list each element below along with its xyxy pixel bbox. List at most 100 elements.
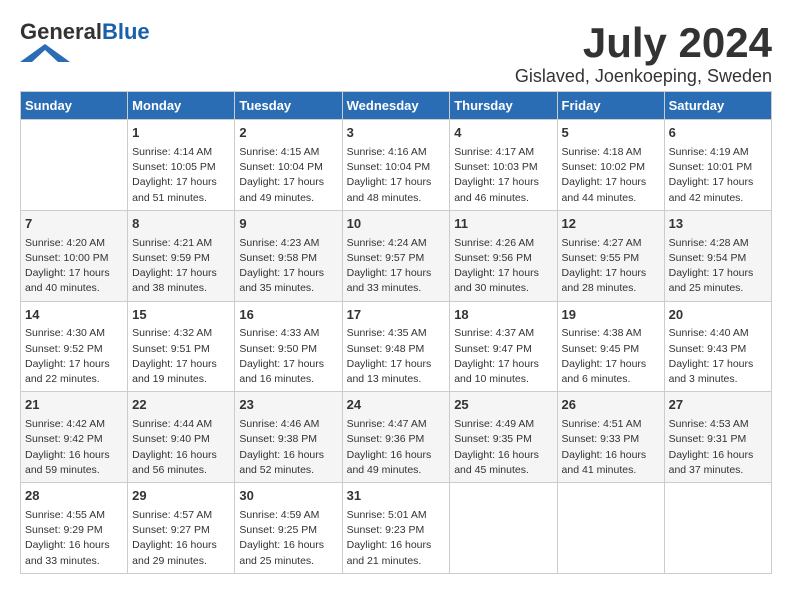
calendar-cell — [450, 483, 557, 574]
calendar-cell: 31Sunrise: 5:01 AMSunset: 9:23 PMDayligh… — [342, 483, 450, 574]
calendar-cell: 26Sunrise: 4:51 AMSunset: 9:33 PMDayligh… — [557, 392, 664, 483]
sunset-text: Sunset: 9:56 PM — [454, 252, 532, 264]
calendar-cell: 11 Sunrise: 4:26 AM Sunset: 9:56 PM Dayligh… — [450, 210, 557, 301]
daylight-text: Daylight: 17 hours and 30 minutes. — [454, 267, 539, 294]
calendar-cell: 12Sunrise: 4:27 AMSunset: 9:55 PMDayligh… — [557, 210, 664, 301]
daylight-text: Daylight: 17 hours and 16 minutes. — [239, 358, 324, 385]
sunset-text: Sunset: 9:43 PM — [669, 343, 747, 355]
daylight-text: Daylight: 17 hours and 33 minutes. — [347, 267, 432, 294]
daylight-text: Daylight: 17 hours and 44 minutes. — [562, 176, 647, 203]
calendar-cell: 4Sunrise: 4:17 AMSunset: 10:03 PMDayligh… — [450, 120, 557, 211]
logo: GeneralBlue — [20, 20, 150, 67]
daylight-text: Daylight: 17 hours and 13 minutes. — [347, 358, 432, 385]
page-header: GeneralBlue July 2024 Gislaved, Joenkoep… — [20, 20, 772, 87]
daylight-text: Daylight: 16 hours and 59 minutes. — [25, 449, 110, 476]
sunrise-text: Sunrise: 4:20 AM — [25, 237, 105, 249]
sunset-text: Sunset: 10:01 PM — [669, 161, 752, 173]
sunrise-text: Sunrise: 4:47 AM — [347, 418, 427, 430]
calendar-cell — [557, 483, 664, 574]
sunrise-text: Sunrise: 4:30 AM — [25, 327, 105, 339]
day-number: 21 — [25, 396, 123, 415]
sunset-text: Sunset: 9:27 PM — [132, 524, 210, 536]
sunrise-text: Sunrise: 4:59 AM — [239, 509, 319, 521]
sunrise-text: Sunrise: 4:28 AM — [669, 237, 749, 249]
sunrise-text: Sunrise: 4:51 AM — [562, 418, 642, 430]
calendar-cell: 7Sunrise: 4:20 AMSunset: 10:00 PMDayligh… — [21, 210, 128, 301]
day-number: 30 — [239, 487, 337, 506]
sunset-text: Sunset: 9:59 PM — [132, 252, 210, 264]
day-number: 29 — [132, 487, 230, 506]
sunrise-text: Sunrise: 4:32 AM — [132, 327, 212, 339]
daylight-text: Daylight: 17 hours and 38 minutes. — [132, 267, 217, 294]
calendar-cell: 5Sunrise: 4:18 AMSunset: 10:02 PMDayligh… — [557, 120, 664, 211]
sunrise-text: Sunrise: 4:27 AM — [562, 237, 642, 249]
calendar-week-row: 1Sunrise: 4:14 AMSunset: 10:05 PMDayligh… — [21, 120, 772, 211]
day-number: 9 — [239, 215, 337, 234]
day-header-wednesday: Wednesday — [342, 92, 450, 120]
day-number: 7 — [25, 215, 123, 234]
calendar-cell: 15Sunrise: 4:32 AMSunset: 9:51 PMDayligh… — [128, 301, 235, 392]
day-header-saturday: Saturday — [664, 92, 771, 120]
day-number: 18 — [454, 306, 552, 325]
sunrise-text: Sunrise: 4:38 AM — [562, 327, 642, 339]
daylight-text: Daylight: 17 hours and 6 minutes. — [562, 358, 647, 385]
calendar-table: SundayMondayTuesdayWednesdayThursdayFrid… — [20, 91, 772, 574]
sunset-text: Sunset: 10:03 PM — [454, 161, 537, 173]
day-number: 3 — [347, 124, 446, 143]
calendar-cell: 22Sunrise: 4:44 AMSunset: 9:40 PMDayligh… — [128, 392, 235, 483]
day-number: 6 — [669, 124, 767, 143]
day-number: 12 — [562, 215, 660, 234]
calendar-cell: 1Sunrise: 4:14 AMSunset: 10:05 PMDayligh… — [128, 120, 235, 211]
calendar-cell: 25Sunrise: 4:49 AMSunset: 9:35 PMDayligh… — [450, 392, 557, 483]
sunrise-text: Sunrise: 4:46 AM — [239, 418, 319, 430]
calendar-cell: 8Sunrise: 4:21 AMSunset: 9:59 PMDaylight… — [128, 210, 235, 301]
calendar-cell: 17Sunrise: 4:35 AMSunset: 9:48 PMDayligh… — [342, 301, 450, 392]
calendar-cell: 10Sunrise: 4:24 AMSunset: 9:57 PMDayligh… — [342, 210, 450, 301]
daylight-text: Daylight: 16 hours and 56 minutes. — [132, 449, 217, 476]
sunrise-text: Sunrise: 4:21 AM — [132, 237, 212, 249]
sunrise-text: Sunrise: 4:18 AM — [562, 146, 642, 158]
day-number: 1 — [132, 124, 230, 143]
month-title: July 2024 — [515, 20, 772, 66]
sunset-text: Sunset: 9:52 PM — [25, 343, 103, 355]
calendar-cell: 6Sunrise: 4:19 AMSunset: 10:01 PMDayligh… — [664, 120, 771, 211]
sunset-text: Sunset: 9:25 PM — [239, 524, 317, 536]
daylight-text: Daylight: 17 hours and 3 minutes. — [669, 358, 754, 385]
sunrise-text: Sunrise: 4:57 AM — [132, 509, 212, 521]
day-number: 28 — [25, 487, 123, 506]
calendar-cell: 30Sunrise: 4:59 AMSunset: 9:25 PMDayligh… — [235, 483, 342, 574]
sunset-text: Sunset: 9:38 PM — [239, 433, 317, 445]
day-number: 27 — [669, 396, 767, 415]
day-number: 2 — [239, 124, 337, 143]
sunset-text: Sunset: 9:40 PM — [132, 433, 210, 445]
sunrise-text: Sunrise: 4:40 AM — [669, 327, 749, 339]
sunrise-text: Sunrise: 4:23 AM — [239, 237, 319, 249]
daylight-text: Daylight: 16 hours and 45 minutes. — [454, 449, 539, 476]
sunrise-text: Sunrise: 4:44 AM — [132, 418, 212, 430]
sunrise-text: Sunrise: 4:55 AM — [25, 509, 105, 521]
sunset-text: Sunset: 9:45 PM — [562, 343, 640, 355]
calendar-cell: 24Sunrise: 4:47 AMSunset: 9:36 PMDayligh… — [342, 392, 450, 483]
sunset-text: Sunset: 9:29 PM — [25, 524, 103, 536]
sunset-text: Sunset: 9:23 PM — [347, 524, 425, 536]
logo-blue-text: Blue — [102, 19, 150, 44]
daylight-text: Daylight: 16 hours and 37 minutes. — [669, 449, 754, 476]
calendar-cell: 9Sunrise: 4:23 AMSunset: 9:58 PMDaylight… — [235, 210, 342, 301]
calendar-cell: 21Sunrise: 4:42 AMSunset: 9:42 PMDayligh… — [21, 392, 128, 483]
calendar-week-row: 21Sunrise: 4:42 AMSunset: 9:42 PMDayligh… — [21, 392, 772, 483]
daylight-text: Daylight: 16 hours and 29 minutes. — [132, 539, 217, 566]
daylight-text: Daylight: 17 hours and 25 minutes. — [669, 267, 754, 294]
daylight-text: Daylight: 17 hours and 10 minutes. — [454, 358, 539, 385]
sunset-text: Sunset: 9:33 PM — [562, 433, 640, 445]
daylight-text: Daylight: 16 hours and 33 minutes. — [25, 539, 110, 566]
calendar-header-row: SundayMondayTuesdayWednesdayThursdayFrid… — [21, 92, 772, 120]
day-number: 14 — [25, 306, 123, 325]
calendar-cell: 13Sunrise: 4:28 AMSunset: 9:54 PMDayligh… — [664, 210, 771, 301]
sunrise-text: Sunrise: 4:16 AM — [347, 146, 427, 158]
daylight-text: Daylight: 16 hours and 52 minutes. — [239, 449, 324, 476]
sunset-text: Sunset: 9:57 PM — [347, 252, 425, 264]
day-number: 11 — [454, 215, 552, 234]
sunrise-text: Sunrise: 4:19 AM — [669, 146, 749, 158]
daylight-text: Daylight: 17 hours and 35 minutes. — [239, 267, 324, 294]
sunrise-text: Sunrise: 4:26 AM — [454, 237, 534, 249]
